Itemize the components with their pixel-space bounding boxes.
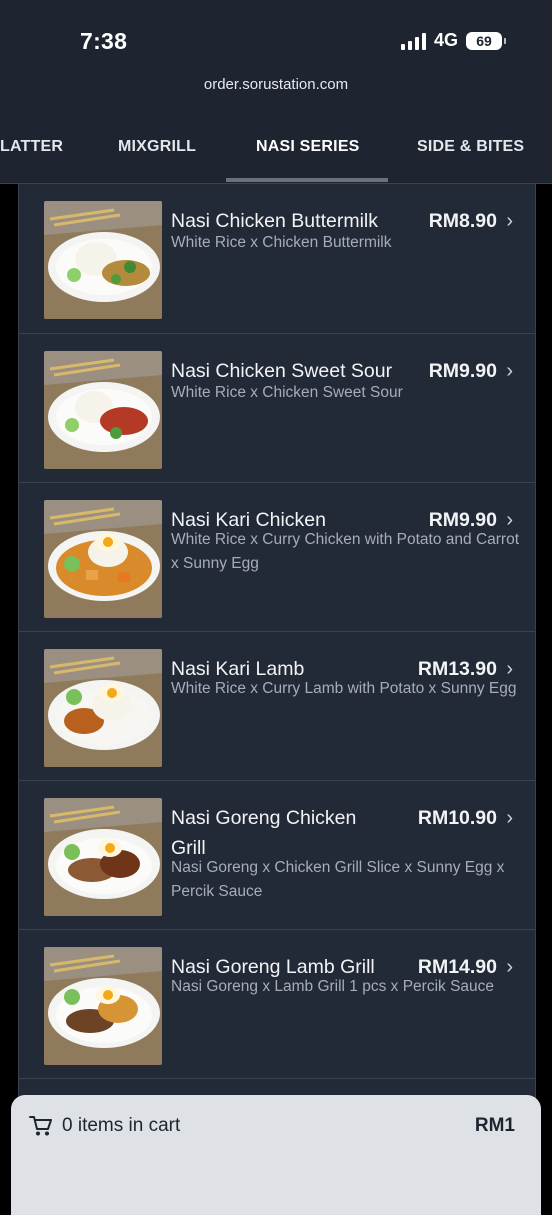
network-type: 4G: [433, 30, 458, 50]
item-description: White Rice x Curry Chicken with Potato a…: [171, 531, 520, 572]
status-indicators: 4G 69: [400, 30, 506, 51]
food-photo: [44, 798, 162, 916]
menu-item[interactable]: Nasi Chicken Buttermilk RM8.90 › White R…: [19, 184, 535, 334]
url-bar[interactable]: order.sorustation.com: [0, 76, 552, 93]
chevron-right-icon: ›: [506, 807, 513, 829]
battery-icon: 69: [466, 31, 506, 50]
cart-total: RM1: [474, 1115, 515, 1136]
food-photo: [44, 649, 162, 767]
food-photo: [44, 500, 162, 618]
cart-icon: [29, 1115, 53, 1142]
item-description: Nasi Goreng x Lamb Grill 1 pcs x Percik …: [171, 978, 495, 995]
cart-bar[interactable]: 0 items in cart RM1: [11, 1095, 541, 1215]
cart-count: 0 items in cart: [62, 1115, 181, 1136]
active-tab-indicator: [226, 178, 388, 182]
signal-icon: [400, 32, 426, 50]
tab-side-bites[interactable]: SIDE & BITES: [417, 138, 524, 156]
food-photo: [44, 947, 162, 1065]
tab-mixgrill[interactable]: MIXGRILL: [118, 138, 196, 156]
menu-item[interactable]: Nasi Kari Lamb RM13.90 › White Rice x Cu…: [19, 632, 535, 781]
item-price: RM10.90: [417, 807, 497, 829]
item-name: Nasi Goreng Chicken Grill: [171, 807, 357, 859]
menu-item[interactable]: Nasi Goreng Chicken Grill RM10.90 › Nasi…: [19, 781, 535, 930]
item-description: White Rice x Curry Lamb with Potato x Su…: [171, 680, 517, 697]
food-photo: [44, 351, 162, 469]
menu-list[interactable]: Nasi Chicken Buttermilk RM8.90 › White R…: [18, 184, 536, 1200]
menu-item[interactable]: Nasi Goreng Lamb Grill RM14.90 › Nasi Go…: [19, 930, 535, 1079]
item-description: Nasi Goreng x Chicken Grill Slice x Sunn…: [171, 859, 505, 900]
item-description: White Rice x Chicken Sweet Sour: [171, 384, 403, 401]
food-photo: [44, 201, 162, 319]
category-tabs: LATTER MIXGRILL NASI SERIES SIDE & BITES: [0, 118, 552, 184]
menu-item[interactable]: Nasi Kari Chicken RM9.90 › White Rice x …: [19, 483, 535, 632]
header: 7:38 4G 69 order.sorustation.com LATTER …: [0, 0, 552, 184]
menu-item[interactable]: Nasi Chicken Sweet Sour RM9.90 › White R…: [19, 334, 535, 483]
tab-latter[interactable]: LATTER: [0, 138, 63, 156]
tab-nasi-series[interactable]: NASI SERIES: [256, 138, 360, 156]
status-time: 7:38: [80, 28, 128, 54]
item-description: White Rice x Chicken Buttermilk: [171, 234, 392, 251]
